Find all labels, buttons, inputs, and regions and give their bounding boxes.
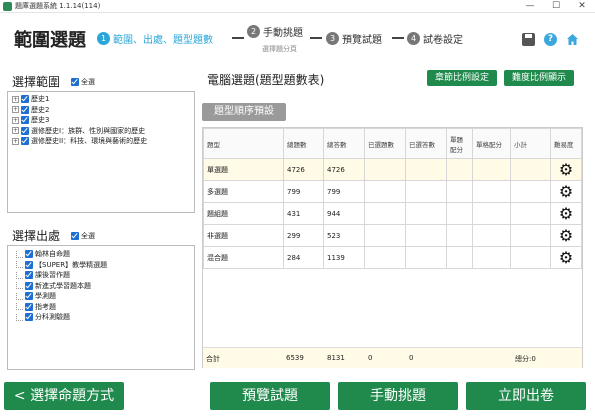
source-list[interactable]: 翰林自命題 【SUPER】教學精選題 課後習作題 新進式學習題本題 學測題 指考…: [7, 245, 195, 370]
table-row[interactable]: 非選題 299 523 ⚙: [203, 224, 582, 247]
gear-icon[interactable]: ⚙: [550, 202, 582, 225]
checkbox-icon[interactable]: [21, 95, 29, 104]
step-separator: [232, 37, 244, 39]
list-item[interactable]: 學測題: [16, 291, 190, 302]
step-separator: [310, 37, 322, 39]
list-item[interactable]: 指考題: [16, 302, 190, 313]
expand-icon[interactable]: +: [12, 95, 19, 103]
home-icon[interactable]: [566, 33, 579, 46]
checkbox-icon[interactable]: [21, 116, 29, 125]
table-row[interactable]: 單選題 4726 4726 ⚙: [203, 158, 582, 181]
expand-icon[interactable]: +: [12, 127, 19, 135]
checkbox-icon[interactable]: [25, 292, 33, 301]
table-header: 題型 總題數 總答數 已選題數 已選答數 單題配分 單格配分 小計 難易度: [203, 128, 582, 159]
total-label: 合計: [206, 355, 220, 363]
checkbox-icon[interactable]: [71, 78, 79, 86]
main-title: 電腦選題(題型題數表): [207, 73, 325, 87]
checkbox-icon[interactable]: [25, 302, 33, 311]
checkbox-icon[interactable]: [21, 126, 29, 135]
step-4-label: 試卷設定: [423, 35, 463, 46]
header: 範圍選題 1 範圍、出處、題型題數 2 手動挑題 選擇題分頁 3 預覽試題 4 …: [0, 13, 595, 58]
chapter-ratio-button[interactable]: 章節比例設定: [427, 70, 497, 86]
total-answers: 8131: [327, 354, 345, 362]
checkbox-icon[interactable]: [21, 105, 29, 114]
window-titlebar: 題庫選題系統 1.1.14(114) — ☐ ✕: [0, 0, 595, 13]
checkbox-icon[interactable]: [71, 232, 79, 240]
step-1-label: 範圍、出處、題型題數: [113, 35, 213, 46]
gear-icon[interactable]: ⚙: [550, 224, 582, 247]
tree-item[interactable]: + 歷史3: [12, 115, 190, 126]
expand-icon[interactable]: +: [12, 137, 19, 145]
expand-icon[interactable]: +: [12, 106, 19, 114]
step-3[interactable]: 3 預覽試題: [326, 31, 382, 46]
save-icon[interactable]: [522, 33, 535, 46]
manual-pick-button[interactable]: 手動挑題: [338, 382, 458, 410]
back-button[interactable]: < 選擇命題方式: [4, 382, 124, 410]
tree-item[interactable]: + 歷史1: [12, 94, 190, 105]
selected-questions: 0: [368, 354, 373, 362]
step-4[interactable]: 4 試卷設定: [407, 31, 463, 46]
step-2-sub: 選擇題分頁: [262, 45, 297, 53]
total-score: 總分:0: [515, 355, 536, 363]
total-row: 合計 6539 8131 0 0 總分:0: [203, 347, 582, 368]
table-row[interactable]: 多選題 799 799 ⚙: [203, 180, 582, 203]
list-item[interactable]: 翰林自命題: [16, 249, 190, 260]
checkbox-icon[interactable]: [21, 137, 29, 146]
step-2-label: 手動挑題: [263, 28, 303, 39]
checkbox-icon[interactable]: [25, 313, 33, 322]
checkbox-icon[interactable]: [25, 281, 33, 290]
selected-answers: 0: [409, 354, 414, 362]
tree-item[interactable]: + 歷史2: [12, 105, 190, 116]
expand-icon[interactable]: +: [12, 116, 19, 124]
close-button[interactable]: ✕: [569, 0, 595, 13]
scope-label: 選擇範圍: [12, 75, 61, 89]
checkbox-icon[interactable]: [25, 271, 33, 280]
tree-item[interactable]: + 選修歷史I：族群、性別與國家的歷史: [12, 126, 190, 137]
list-item[interactable]: 分科測驗題: [16, 312, 190, 323]
window-title: 題庫選題系統 1.1.14(114): [15, 2, 101, 10]
step-separator: [392, 37, 404, 39]
page-title: 範圍選題: [14, 30, 86, 51]
table-row[interactable]: 題組題 431 944 ⚙: [203, 202, 582, 225]
app-icon: [3, 2, 12, 11]
help-icon[interactable]: ?: [544, 33, 557, 46]
checkbox-icon[interactable]: [25, 260, 33, 269]
step-2[interactable]: 2 手動挑題: [247, 24, 303, 39]
source-label: 選擇出處: [12, 229, 61, 243]
publish-button[interactable]: 立即出卷: [466, 382, 586, 410]
difficulty-ratio-button[interactable]: 難度比例顯示: [504, 70, 574, 86]
gear-icon[interactable]: ⚙: [550, 180, 582, 203]
list-item[interactable]: 【SUPER】教學精選題: [16, 260, 190, 271]
question-type-table[interactable]: 題型 總題數 總答數 已選題數 已選答數 單題配分 單格配分 小計 難易度 單選…: [202, 127, 583, 368]
step-3-label: 預覽試題: [342, 35, 382, 46]
list-item[interactable]: 新進式學習題本題: [16, 281, 190, 292]
gear-icon[interactable]: ⚙: [550, 158, 582, 181]
step-1[interactable]: 1 範圍、出處、題型題數: [97, 31, 213, 46]
total-questions: 6539: [286, 354, 304, 362]
maximize-button[interactable]: ☐: [543, 0, 569, 13]
checkbox-icon[interactable]: [25, 250, 33, 259]
tree-item[interactable]: + 選修歷史II：科技、環境與藝術的歷史: [12, 136, 190, 147]
scope-select-all[interactable]: 全選: [71, 77, 95, 87]
preset-order-button[interactable]: 題型順序預設: [202, 103, 286, 121]
table-row[interactable]: 混合題 284 1139 ⚙: [203, 246, 582, 269]
source-select-all[interactable]: 全選: [71, 231, 95, 241]
scope-tree[interactable]: + 歷史1 + 歷史2 + 歷史3 + 選修歷史I：族群、性別與國家的歷史 + 選修歷史I…: [7, 91, 195, 213]
minimize-button[interactable]: —: [517, 0, 543, 13]
preview-button[interactable]: 預覽試題: [210, 382, 330, 410]
gear-icon[interactable]: ⚙: [550, 246, 582, 269]
list-item[interactable]: 課後習作題: [16, 270, 190, 281]
